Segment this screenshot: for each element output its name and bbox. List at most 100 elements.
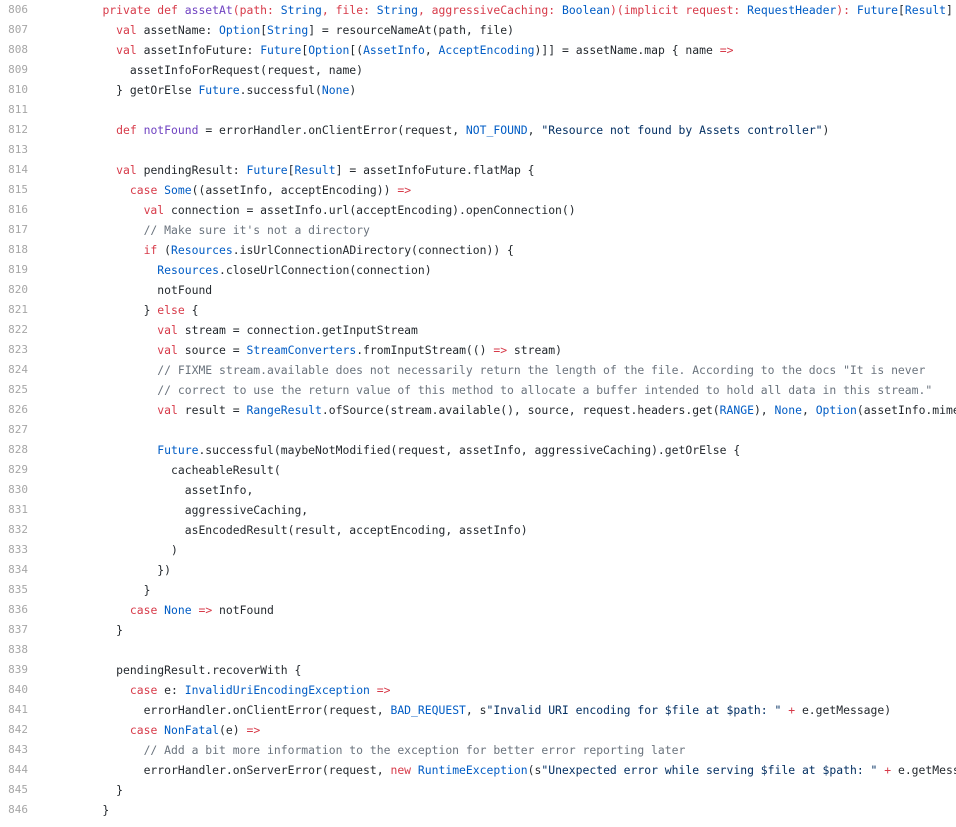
code-token: Some (164, 183, 192, 197)
code-text: cacheableResult( (28, 460, 956, 480)
code-line: 841 errorHandler.onClientError(request, … (0, 700, 956, 720)
code-token: ) (822, 123, 830, 137)
code-token: Boolean (561, 3, 610, 17)
code-token: ((assetInfo, acceptEncoding)) (191, 183, 398, 197)
code-token: assetInfoForRequest(request, name) (75, 63, 364, 77)
code-token: => (198, 603, 213, 617)
code-token: source = (184, 343, 247, 357)
code-token: , (801, 403, 816, 417)
line-number: 830 (8, 483, 28, 496)
code-text: Future.successful(maybeNotModified(reque… (28, 440, 956, 460)
code-token: ] = { (946, 3, 953, 17)
code-token: Future (856, 3, 899, 17)
code-token: stream) (507, 343, 562, 357)
code-line: 838 (0, 640, 956, 660)
code-token: , file: (321, 3, 377, 17)
code-line: 817 // Make sure it's not a directory (0, 220, 956, 240)
code-token: assetInfoFuture: (143, 43, 261, 57)
code-token: NonFatal (164, 723, 220, 737)
line-number: 835 (8, 583, 28, 596)
code-text: val assetName: Option[String] = resource… (28, 20, 956, 40)
code-token: None (321, 83, 350, 97)
line-number: 811 (8, 103, 28, 116)
code-line: 811 (0, 100, 956, 120)
code-token: InvalidUriEncodingException (184, 683, 370, 697)
code-token: "Invalid URI encoding for $file at $path… (486, 703, 782, 717)
line-number: 809 (8, 63, 28, 76)
code-token: val (116, 23, 144, 37)
code-text: // Add a bit more information to the exc… (28, 740, 956, 760)
code-line: 842 case NonFatal(e) => (0, 720, 956, 740)
code-view: 806 private def assetAt(path: String, fi… (0, 0, 956, 827)
code-token: Resources (171, 243, 233, 257)
line-number: 841 (8, 703, 28, 716)
code-token: ) (75, 543, 178, 557)
code-token: ), (753, 403, 775, 417)
code-text: case None => notFound (28, 600, 956, 620)
code-token: val (157, 323, 185, 337)
code-token: val (143, 203, 172, 217)
code-token: , (527, 123, 542, 137)
code-line: 835 } (0, 580, 956, 600)
code-text: } (28, 800, 956, 820)
line-number: 821 (8, 303, 28, 316)
code-line: 844 errorHandler.onServerError(request, … (0, 760, 956, 780)
code-token: (e) (219, 723, 247, 737)
code-token: Option (308, 43, 350, 57)
code-token: "Resource not found by Assets controller… (541, 123, 823, 137)
code-token: , (424, 43, 439, 57)
code-token: notFound (75, 283, 213, 297)
code-text: assetInfo, (28, 480, 956, 500)
line-number: 817 (8, 223, 28, 236)
code-token: case (129, 723, 165, 737)
code-line: 834 }) (0, 560, 956, 580)
code-text: // Make sure it's not a directory (28, 220, 956, 240)
code-line: 829 cacheableResult( (0, 460, 956, 480)
code-token: ] = assetInfoFuture.flatMap { (335, 163, 535, 177)
line-number: 823 (8, 343, 28, 356)
code-token: => (397, 183, 412, 197)
code-text: val connection = assetInfo.url(acceptEnc… (28, 200, 956, 220)
code-token: assetAt (184, 3, 233, 17)
code-line: 810 } getOrElse Future.successful(None) (0, 80, 956, 100)
line-number: 807 (8, 23, 28, 36)
code-line: 836 case None => notFound (0, 600, 956, 620)
code-token: ( (164, 243, 172, 257)
code-line: 845 } (0, 780, 956, 800)
line-number: 820 (8, 283, 28, 296)
code-token: } (75, 783, 124, 797)
code-line: 825 // correct to use the return value o… (0, 380, 956, 400)
code-token: e: (164, 683, 185, 697)
code-token: case (129, 183, 165, 197)
line-number: 840 (8, 683, 28, 696)
code-text: if (Resources.isUrlConnectionADirectory(… (28, 240, 956, 260)
code-text: case Some((assetInfo, acceptEncoding)) =… (28, 180, 956, 200)
code-token: val (157, 343, 185, 357)
code-line: 809 assetInfoForRequest(request, name) (0, 60, 956, 80)
code-token: // Make sure it's not a directory (143, 223, 370, 237)
code-token: ) (349, 83, 357, 97)
line-number: 810 (8, 83, 28, 96)
code-token: Result (904, 3, 947, 17)
code-token: errorHandler.onServerError(request, (75, 763, 391, 777)
code-token: } (75, 303, 158, 317)
line-number: 826 (8, 403, 28, 416)
code-token: )(implicit request: (609, 3, 748, 17)
code-token: (s (527, 763, 542, 777)
code-token: e.getMessage, e)) (897, 763, 956, 777)
line-number: 808 (8, 43, 28, 56)
code-token: result = (184, 403, 247, 417)
code-token: e.getMessage) (795, 703, 892, 717)
line-number: 828 (8, 443, 28, 456)
